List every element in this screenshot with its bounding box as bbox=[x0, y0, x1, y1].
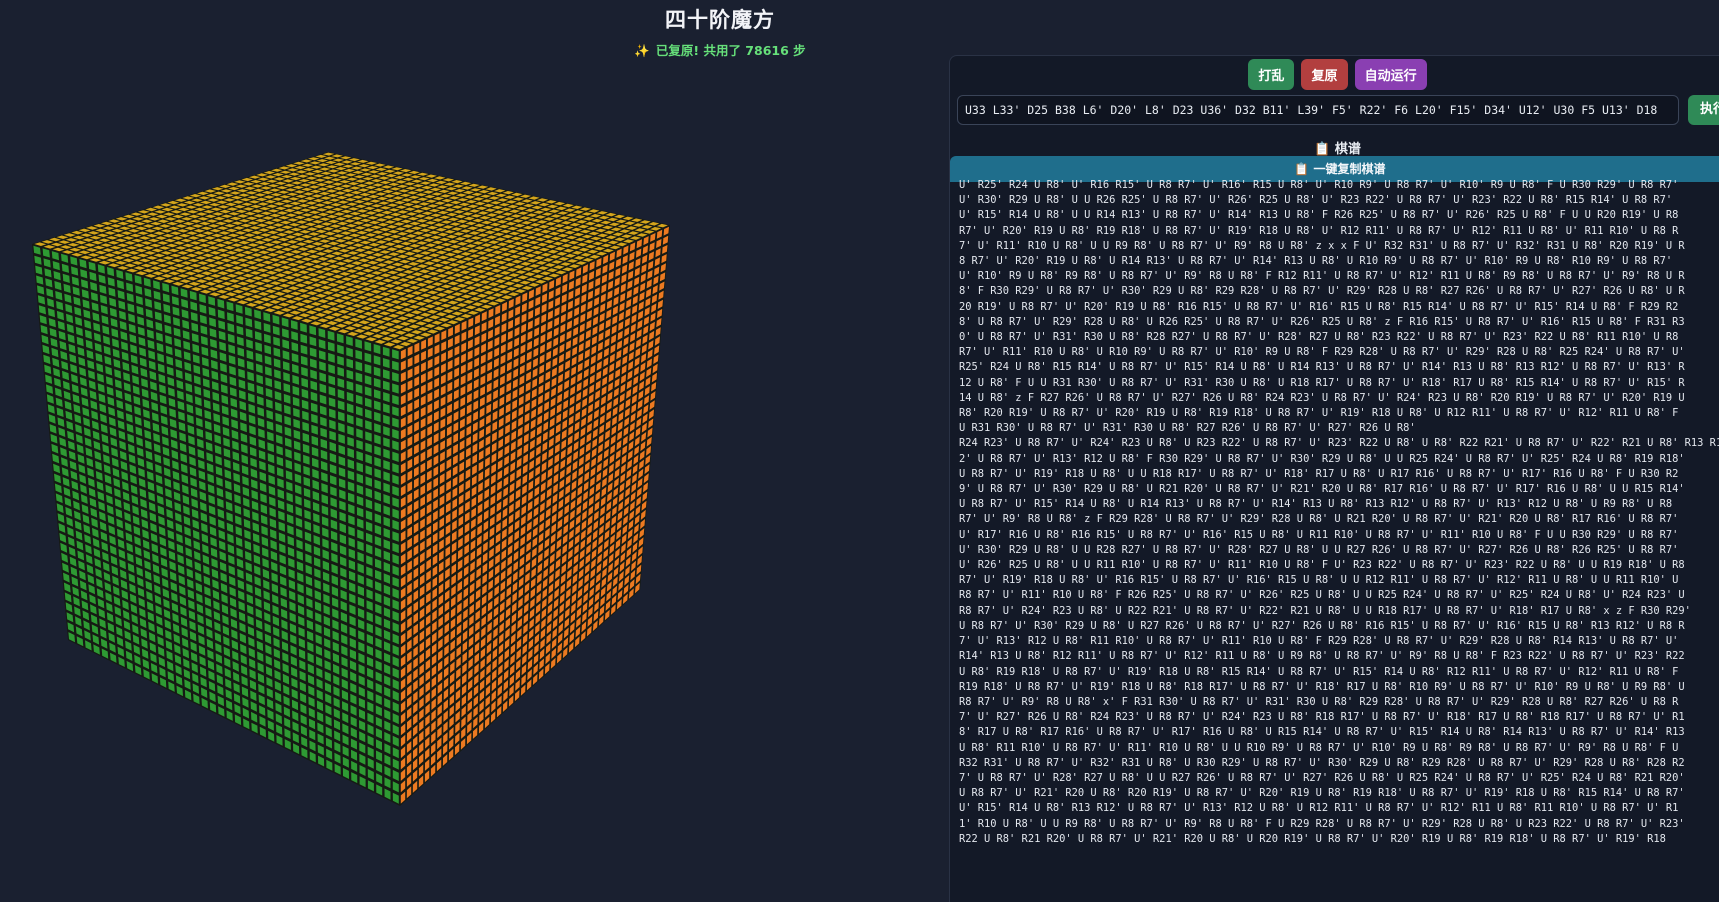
move-line: R19 R18' U R8 R7' U' R19' R18 U R8' R18 … bbox=[959, 680, 1685, 693]
move-line: U R31 R30' U R8 R7' U' R31' R30 U R8' R2… bbox=[959, 422, 1416, 435]
move-line: U R8 R7' U' R21' R20 U R8' R20 R19' U R8… bbox=[959, 787, 1685, 800]
move-line: R25' R24 U R8' R15 R14' U R8 R7' U' R15'… bbox=[959, 361, 1685, 374]
auto-run-button[interactable]: 自动运行 bbox=[1354, 59, 1427, 90]
move-line: 9' U R8 R7' U' R30' R29 U R8' U R21 R20'… bbox=[959, 483, 1685, 496]
move-line: 8' R17 U R8' R17 R16' U R8 R7' U' R17' R… bbox=[959, 726, 1685, 739]
move-line: 14 U R8' z F R27 R26' U R8 R7' U' R27' R… bbox=[959, 391, 1685, 404]
execute-button[interactable]: 执行 bbox=[1688, 95, 1719, 125]
move-line: R7' U' R19' R18 U R8' U' R16 R15' U R8 R… bbox=[959, 574, 1679, 587]
move-line: 7' U R8 R7' U' R28' R27 U R8' U U R27 R2… bbox=[959, 771, 1685, 784]
move-line: 20 R19' U R8 R7' U' R20' R19 U R8' R16 R… bbox=[959, 300, 1679, 313]
move-line: U R8 R7' U' R19' R18 U R8' U U R18 R17' … bbox=[959, 467, 1679, 480]
move-line: 0' U R8 R7' U' R31' R30 U R8' R28 R27' U… bbox=[959, 331, 1679, 344]
move-line: R8 R7' U' R9' R8 U R8' x' F R31 R30' U R… bbox=[959, 695, 1679, 708]
move-line: R8' R20 R19' U R8 R7' U' R20' R19 U R8' … bbox=[959, 407, 1679, 420]
move-line: 8' F R30 R29' U R8 R7' U' R30' R29 U R8'… bbox=[959, 285, 1685, 298]
move-line: U R8' R11 R10' U R8 R7' U' R11' R10 U R8… bbox=[959, 741, 1679, 754]
move-line: U' R25' R24 U R8' U' R16 R15' U R8 R7' U… bbox=[959, 179, 1679, 191]
move-line: R8 R7' U' R24' R23 U R8' U R22 R21' U R8… bbox=[959, 604, 1691, 617]
scramble-button[interactable]: 打乱 bbox=[1248, 59, 1295, 90]
action-buttons: 打乱 复原 自动运行 bbox=[950, 59, 1719, 90]
move-line: 7' U' R11' R10 U R8' U U R9 R8' U R8 R7'… bbox=[959, 239, 1685, 252]
move-line: 7' U' R27' R26 U R8' R24 R23' U R8 R7' U… bbox=[959, 711, 1685, 724]
cube-viewport[interactable] bbox=[0, 48, 860, 901]
move-line: U' R10' R9 U R8' R9 R8' U R8 R7' U' R9' … bbox=[959, 270, 1685, 283]
algorithm-row: 执行 bbox=[957, 95, 1719, 125]
move-line: R8 R7' U' R11' R10 U R8' F R26 R25' U R8… bbox=[959, 589, 1685, 602]
move-line: R7' U' R9' R8 U R8' z F R29 R28' U R8 R7… bbox=[959, 513, 1679, 526]
move-record-list[interactable]: U' R25' R24 U R8' U' R16 R15' U R8 R7' U… bbox=[959, 178, 1719, 902]
move-line: R14' R13 U R8' R12 R11' U R8 R7' U' R12'… bbox=[959, 650, 1685, 663]
cube-3d[interactable] bbox=[0, 48, 860, 901]
move-line: U R8 R7' U' R30' R29 U R8' U R27 R26' U … bbox=[959, 619, 1685, 632]
algorithm-input[interactable] bbox=[957, 95, 1679, 125]
record-heading-text: 棋谱 bbox=[1334, 142, 1361, 157]
clipboard-icon: 📋 bbox=[1294, 162, 1314, 176]
move-line: U' R15' R14 U R8' U U R14 R13' U R8 R7' … bbox=[959, 209, 1679, 222]
reset-button[interactable]: 复原 bbox=[1301, 59, 1348, 90]
move-line: 8' U R8 R7' U' R29' R28 U R8' U R26 R25'… bbox=[959, 315, 1685, 328]
move-line: R7' U' R11' R10 U R8' U R10 R9' U R8 R7'… bbox=[959, 346, 1685, 359]
move-line: U R8 R7' U' R15' R14 U R8' U R14 R13' U … bbox=[959, 498, 1673, 511]
clipboard-icon: 📋 bbox=[1314, 142, 1335, 157]
page-title: 四十阶魔方 bbox=[665, 8, 775, 32]
move-line: 12 U R8' F U U R31 R30' U R8 R7' U' R31'… bbox=[959, 376, 1685, 389]
move-line: 8 R7' U' R20' R19 U R8' U R14 R13' U R8 … bbox=[959, 255, 1673, 268]
move-line: R7' U' R20' R19 U R8' R19 R18' U R8 R7' … bbox=[959, 224, 1679, 237]
control-panel: 打乱 复原 自动运行 执行 📋 棋谱 📋 一键复制棋谱 U' R25' R24 … bbox=[949, 55, 1719, 902]
record-heading: 📋 棋谱 bbox=[950, 138, 1719, 157]
move-line: U' R26' R25 U R8' U U R11 R10' U R8 R7' … bbox=[959, 559, 1685, 572]
copy-record-label: 一键复制棋谱 bbox=[1313, 162, 1386, 176]
move-line: R22 U R8' R21 R20' U R8 R7' U' R21' R20 … bbox=[959, 832, 1666, 845]
move-line: U' R30' R29 U R8' U U R26 R25' U R8 R7' … bbox=[959, 194, 1673, 207]
move-line: U' R15' R14 U R8' R13 R12' U R8 R7' U' R… bbox=[959, 802, 1679, 815]
move-line: U' R17' R16 U R8' R16 R15' U R8 R7' U' R… bbox=[959, 528, 1679, 541]
move-line: R32 R31' U R8 R7' U' R32' R31 U R8' U R3… bbox=[959, 756, 1685, 769]
move-line: U R8' R19 R18' U R8 R7' U' R19' R18 U R8… bbox=[959, 665, 1679, 678]
move-line: 1' R10 U R8' U U R9 R8' U R8 R7' U' R9' … bbox=[959, 817, 1685, 830]
move-line: 2' U R8 R7' U' R13' R12 U R8' F R30 R29'… bbox=[959, 452, 1685, 465]
move-line: R24 R23' U R8 R7' U' R24' R23 U R8' U R2… bbox=[959, 437, 1719, 450]
move-line: 7' U' R13' R12 U R8' R11 R10' U R8 R7' U… bbox=[959, 635, 1679, 648]
move-line: U' R30' R29 U R8' U U R28 R27' U R8 R7' … bbox=[959, 543, 1679, 556]
